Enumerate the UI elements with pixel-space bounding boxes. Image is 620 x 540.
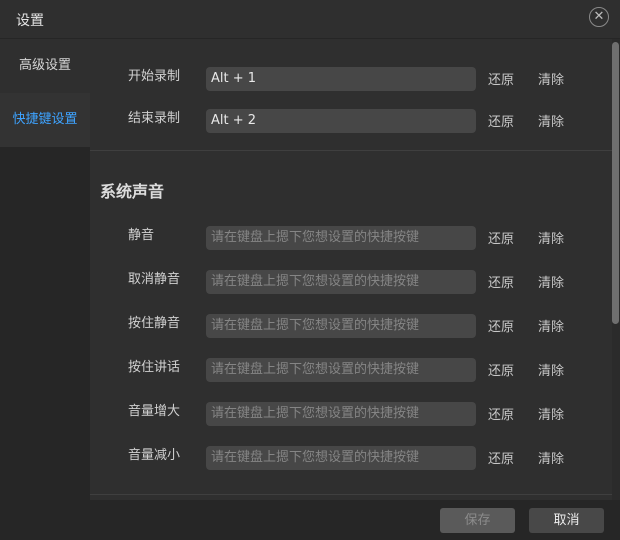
hotkey-row-start-recording: 开始录制 Alt + 1 还原 清除 xyxy=(90,67,612,93)
clear-button[interactable]: 清除 xyxy=(538,228,564,247)
stop-recording-hotkey-input[interactable]: Alt + 2 xyxy=(206,109,476,133)
sidebar-item-advanced-settings[interactable]: 高级设置 xyxy=(0,39,90,93)
restore-button[interactable]: 还原 xyxy=(488,360,514,379)
clear-button[interactable]: 清除 xyxy=(538,448,564,467)
clear-button[interactable]: 清除 xyxy=(538,404,564,423)
hotkey-row-volume-up: 音量增大 请在键盘上摁下您想设置的快捷按键 还原 清除 xyxy=(90,402,612,428)
hotkey-label: 按住讲话 xyxy=(128,360,181,375)
dialog-footer: 保存 取消 xyxy=(0,500,620,540)
hotkey-label: 音量减小 xyxy=(128,448,181,463)
hotkey-row-mute: 静音 请在键盘上摁下您想设置的快捷按键 还原 清除 xyxy=(90,226,612,252)
restore-button[interactable]: 还原 xyxy=(488,316,514,335)
start-recording-hotkey-input[interactable]: Alt + 1 xyxy=(206,67,476,91)
sidebar: 高级设置 快捷键设置 xyxy=(0,39,90,500)
hold-to-mute-hotkey-input[interactable]: 请在键盘上摁下您想设置的快捷按键 xyxy=(206,314,476,338)
restore-button[interactable]: 还原 xyxy=(488,272,514,291)
restore-button[interactable]: 还原 xyxy=(488,111,514,130)
hotkey-label: 按住静音 xyxy=(128,316,181,331)
section-divider xyxy=(90,150,612,151)
clear-button[interactable]: 清除 xyxy=(538,360,564,379)
window-title: 设置 xyxy=(16,13,44,29)
restore-button[interactable]: 还原 xyxy=(488,404,514,423)
hotkey-label: 取消静音 xyxy=(128,272,181,287)
hotkey-label: 静音 xyxy=(128,228,155,243)
hotkey-row-stop-recording: 结束录制 Alt + 2 还原 清除 xyxy=(90,109,612,135)
hotkey-row-unmute: 取消静音 请在键盘上摁下您想设置的快捷按键 还原 清除 xyxy=(90,270,612,296)
clear-button[interactable]: 清除 xyxy=(538,111,564,130)
volume-down-hotkey-input[interactable]: 请在键盘上摁下您想设置的快捷按键 xyxy=(206,446,476,470)
mute-hotkey-input[interactable]: 请在键盘上摁下您想设置的快捷按键 xyxy=(206,226,476,250)
sidebar-item-label: 快捷键设置 xyxy=(12,112,78,127)
volume-up-hotkey-input[interactable]: 请在键盘上摁下您想设置的快捷按键 xyxy=(206,402,476,426)
sidebar-item-label: 高级设置 xyxy=(18,58,71,73)
hotkey-row-hold-to-mute: 按住静音 请在键盘上摁下您想设置的快捷按键 还原 清除 xyxy=(90,314,612,340)
save-button[interactable]: 保存 xyxy=(440,508,515,533)
hotkey-label: 开始录制 xyxy=(128,69,181,84)
section-divider xyxy=(90,494,612,495)
hotkey-label: 音量增大 xyxy=(128,404,181,419)
hotkey-settings-panel: 开始录制 Alt + 1 还原 清除 结束录制 Alt + 2 还原 清除 系统… xyxy=(90,39,612,500)
unmute-hotkey-input[interactable]: 请在键盘上摁下您想设置的快捷按键 xyxy=(206,270,476,294)
push-to-talk-hotkey-input[interactable]: 请在键盘上摁下您想设置的快捷按键 xyxy=(206,358,476,382)
clear-button[interactable]: 清除 xyxy=(538,316,564,335)
cancel-button[interactable]: 取消 xyxy=(529,508,604,533)
close-icon[interactable]: ✕ xyxy=(589,7,609,27)
hotkey-row-volume-down: 音量减小 请在键盘上摁下您想设置的快捷按键 还原 清除 xyxy=(90,446,612,472)
restore-button[interactable]: 还原 xyxy=(488,69,514,88)
scrollbar-thumb[interactable] xyxy=(612,42,619,324)
clear-button[interactable]: 清除 xyxy=(538,69,564,88)
clear-button[interactable]: 清除 xyxy=(538,272,564,291)
restore-button[interactable]: 还原 xyxy=(488,448,514,467)
vertical-scrollbar[interactable] xyxy=(612,39,620,500)
sidebar-item-hotkey-settings[interactable]: 快捷键设置 xyxy=(0,93,90,147)
section-title-system-sound: 系统声音 xyxy=(100,182,165,201)
restore-button[interactable]: 还原 xyxy=(488,228,514,247)
title-bar: 设置 ✕ xyxy=(0,0,620,39)
hotkey-label: 结束录制 xyxy=(128,111,181,126)
hotkey-row-push-to-talk: 按住讲话 请在键盘上摁下您想设置的快捷按键 还原 清除 xyxy=(90,358,612,384)
